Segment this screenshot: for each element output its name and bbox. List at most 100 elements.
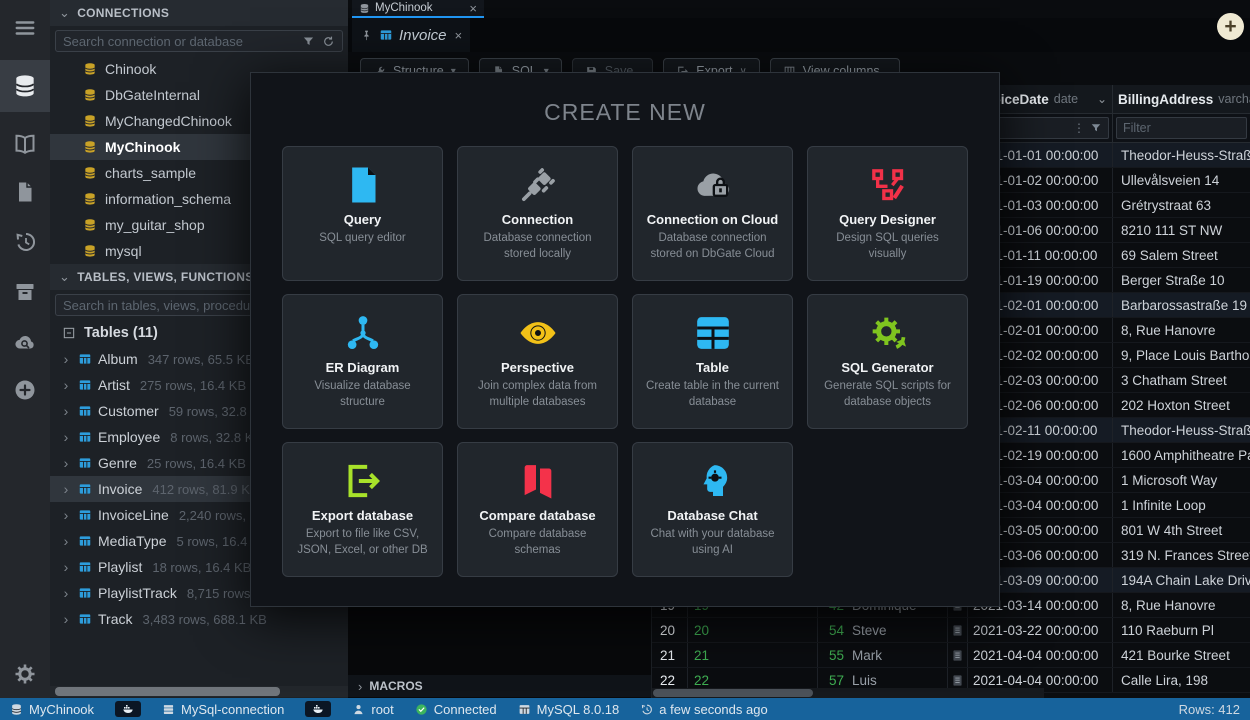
macros-section-header[interactable]: › MACROS <box>348 675 651 697</box>
table-icon <box>78 482 92 496</box>
create-new-tile[interactable]: Table Create table in the current databa… <box>632 294 793 429</box>
cell-billing-address[interactable]: 8210 111 ST NW <box>1113 218 1250 242</box>
filter-placeholder: Filter <box>1123 121 1240 135</box>
create-new-tile[interactable]: Compare database Compare database schema… <box>457 442 618 577</box>
cell-billing-address[interactable]: 202 Hoxton Street <box>1113 393 1250 417</box>
cell-billing-address[interactable]: 8, Rue Hanovre <box>1113 593 1250 617</box>
left-panel-scrollbar-thumb[interactable] <box>55 687 280 696</box>
tile-icon <box>868 165 908 205</box>
chevron-right-icon[interactable]: › <box>60 559 72 575</box>
status-connection[interactable]: MySql-connection <box>162 702 284 717</box>
customer-id-value: 54 <box>822 623 844 638</box>
connections-search-input[interactable]: Search connection or database <box>55 30 343 52</box>
table-row[interactable]: 20 20 54 Steve 2021-03-22 00:00:00 110 R… <box>652 618 1250 643</box>
create-new-tile[interactable]: Query Designer Design SQL queries visual… <box>807 146 968 281</box>
docker-badge[interactable] <box>115 701 141 717</box>
tab-database-mychinook[interactable]: MyChinook × <box>352 0 484 18</box>
chevron-right-icon[interactable]: › <box>60 377 72 393</box>
menu-button[interactable] <box>0 6 50 50</box>
cell-billing-address[interactable]: Grétrystraat 63 <box>1113 193 1250 217</box>
chevron-right-icon[interactable]: › <box>60 429 72 445</box>
sidebar-item-history[interactable] <box>0 220 50 264</box>
table-item[interactable]: › Track 3,483 rows, 688.1 KB <box>50 606 348 632</box>
grid-scrollbar-thumb[interactable] <box>653 689 813 697</box>
chevron-down-icon: ⌄ <box>59 269 70 285</box>
sort-chevron-icon[interactable]: ⌄ <box>1097 92 1107 106</box>
kebab-menu-icon[interactable]: ⋮ <box>1073 121 1085 135</box>
cell-invoice-date[interactable]: 2021-03-22 00:00:00 <box>968 618 1113 642</box>
create-new-tile[interactable]: Database Chat Chat with your database us… <box>632 442 793 577</box>
create-new-tile[interactable]: Query SQL query editor <box>282 146 443 281</box>
settings-button[interactable] <box>0 652 50 696</box>
row-detail-button[interactable] <box>948 643 968 667</box>
filter-billing-address[interactable]: Filter <box>1113 114 1250 142</box>
cell-invoice-id[interactable]: 21 <box>688 643 818 667</box>
chevron-right-icon[interactable]: › <box>60 533 72 549</box>
cell-billing-address[interactable]: Theodor-Heuss-Straße 34 <box>1113 143 1250 167</box>
chevron-right-icon[interactable]: › <box>60 455 72 471</box>
create-new-tile[interactable]: ER Diagram Visualize database structure <box>282 294 443 429</box>
chevron-right-icon[interactable]: › <box>60 351 72 367</box>
table-name: Playlist <box>98 559 142 575</box>
cell-billing-address[interactable]: 3 Chatham Street <box>1113 368 1250 392</box>
sidebar-item-add[interactable] <box>0 368 50 412</box>
sidebar-item-archive[interactable] <box>0 270 50 314</box>
refresh-icon[interactable] <box>322 35 335 48</box>
cell-billing-address[interactable]: 110 Raeburn Pl <box>1113 618 1250 642</box>
chevron-right-icon[interactable]: › <box>60 403 72 419</box>
table-icon <box>78 560 92 574</box>
create-new-tile[interactable]: SQL Generator Generate SQL scripts for d… <box>807 294 968 429</box>
chevron-right-icon[interactable]: › <box>60 481 72 497</box>
database-icon <box>83 62 97 76</box>
clock-history-icon <box>640 703 653 716</box>
cell-billing-address[interactable]: 69 Salem Street <box>1113 243 1250 267</box>
filter-icon[interactable] <box>1090 122 1102 134</box>
cell-billing-address[interactable]: Barbarossastraße 19 <box>1113 293 1250 317</box>
create-new-tile[interactable]: Perspective Join complex data from multi… <box>457 294 618 429</box>
cell-billing-address[interactable]: Theodor-Heuss-Straße 34 <box>1113 418 1250 442</box>
create-new-tile[interactable]: Connection Database connection stored lo… <box>457 146 618 281</box>
status-database[interactable]: MyChinook <box>10 702 94 717</box>
pin-icon[interactable] <box>360 29 373 42</box>
docker-badge[interactable] <box>305 701 331 717</box>
status-user: root <box>352 702 393 717</box>
sidebar-item-files[interactable] <box>0 170 50 214</box>
close-icon[interactable]: × <box>454 29 462 42</box>
cell-customer-id[interactable]: 54 Steve <box>818 618 948 642</box>
cell-billing-address[interactable]: 421 Bourke Street <box>1113 643 1250 667</box>
create-new-tile[interactable]: Export database Export to file like CSV,… <box>282 442 443 577</box>
row-detail-button[interactable] <box>948 618 968 642</box>
tab-table-invoice[interactable]: Invoice × <box>352 18 470 52</box>
collapse-icon[interactable] <box>62 326 76 340</box>
table-row[interactable]: 21 21 55 Mark 2021-04-04 00:00:00 421 Bo… <box>652 643 1250 668</box>
chevron-right-icon[interactable]: › <box>60 611 72 627</box>
cell-billing-address[interactable]: 319 N. Frances Street <box>1113 543 1250 567</box>
tile-title: Compare database <box>458 508 617 523</box>
close-icon[interactable]: × <box>469 2 477 15</box>
server-icon <box>162 703 175 716</box>
create-new-tile[interactable]: Connection on Cloud Database connection … <box>632 146 793 281</box>
chevron-right-icon[interactable]: › <box>60 507 72 523</box>
cell-billing-address[interactable]: 194A Chain Lake Drive <box>1113 568 1250 592</box>
connections-header[interactable]: ⌄ CONNECTIONS <box>50 0 348 26</box>
cell-invoice-date[interactable]: 2021-04-04 00:00:00 <box>968 643 1113 667</box>
cell-billing-address[interactable]: 1600 Amphitheatre Parkway <box>1113 443 1250 467</box>
sidebar-item-databases[interactable] <box>0 60 50 112</box>
new-tab-button[interactable]: + <box>1217 13 1244 40</box>
column-name: BillingAddress <box>1118 92 1213 107</box>
cell-billing-address[interactable]: 1 Infinite Loop <box>1113 493 1250 517</box>
cell-billing-address[interactable]: Ullevålsveien 14 <box>1113 168 1250 192</box>
cell-billing-address[interactable]: 1 Microsoft Way <box>1113 468 1250 492</box>
cell-billing-address[interactable]: Berger Straße 10 <box>1113 268 1250 292</box>
cell-billing-address[interactable]: 801 W 4th Street <box>1113 518 1250 542</box>
cell-customer-id[interactable]: 55 Mark <box>818 643 948 667</box>
header-billing-address[interactable]: BillingAddress varchar (70) <box>1113 85 1250 113</box>
cell-billing-address[interactable]: 9, Place Louis Barthou <box>1113 343 1250 367</box>
cell-billing-address[interactable]: Calle Lira, 198 <box>1113 668 1250 692</box>
cell-invoice-id[interactable]: 20 <box>688 618 818 642</box>
filter-icon[interactable] <box>302 35 315 48</box>
chevron-right-icon[interactable]: › <box>60 585 72 601</box>
cell-billing-address[interactable]: 8, Rue Hanovre <box>1113 318 1250 342</box>
sidebar-item-cloud[interactable] <box>0 320 50 364</box>
sidebar-item-favorites[interactable] <box>0 122 50 166</box>
